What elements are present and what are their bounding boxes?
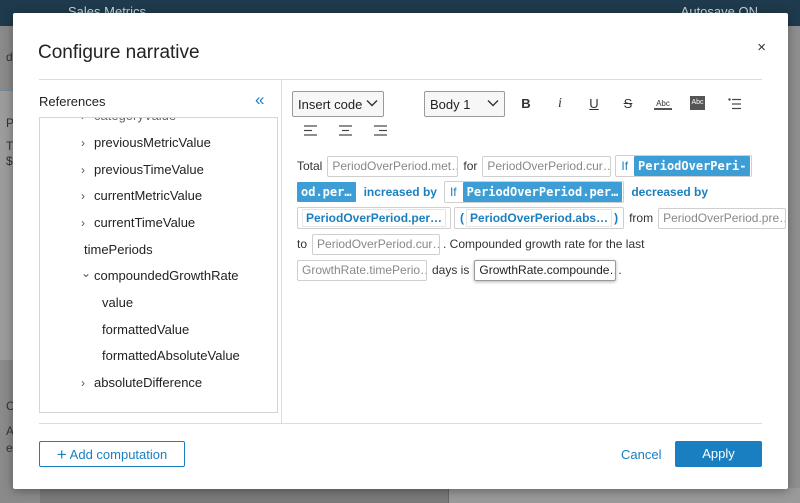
tree-item-formattedabsolutevalue[interactable]: formattedAbsoluteValue (102, 348, 240, 363)
align-right-icon[interactable] (374, 125, 387, 136)
references-tree[interactable]: ›categoryValue ›previousMetricValue ›pre… (39, 117, 278, 413)
highlighted-token[interactable]: PeriodOverPeriod.per… (462, 182, 623, 202)
tree-item-value[interactable]: value (102, 295, 133, 310)
italic-button[interactable]: i (553, 96, 567, 112)
narrative-line-5: GrowthRate.timePerio… days is GrowthRate… (297, 259, 622, 281)
bg-fragment: $ (6, 154, 13, 168)
collapse-panel-icon[interactable]: « (255, 90, 264, 110)
narrative-text: days is (432, 263, 470, 277)
code-token[interactable]: GrowthRate.timePerio… (297, 259, 427, 281)
bg-fragment: d (6, 50, 13, 64)
list-icon[interactable] (728, 98, 742, 110)
tree-item-label: formattedAbsoluteValue (102, 348, 240, 363)
tree-item-label: value (102, 295, 134, 310)
code-token[interactable]: PeriodOverPeriod.pre… (658, 207, 787, 229)
if-label: If (621, 159, 629, 173)
narrative-text: for (463, 159, 478, 173)
narrative-line-4: to PeriodOverPeriod.cur… . Compounded gr… (297, 233, 644, 255)
tree-item-label: timePeriods (84, 242, 153, 257)
underline-button[interactable]: U (587, 96, 601, 111)
highlighted-token[interactable]: od.per… (297, 182, 356, 202)
narrative-text: to (297, 237, 308, 251)
align-center-icon[interactable] (339, 125, 352, 136)
chevron-right-icon: › (81, 118, 94, 123)
paren-close: ) (614, 211, 619, 225)
narrative-condition-text: increased by (363, 185, 437, 199)
narrative-text: from (629, 211, 654, 225)
narrative-text: . Compounded growth rate for the last (443, 237, 645, 251)
bold-button[interactable]: B (519, 96, 533, 111)
code-token[interactable]: PeriodOverPeriod.cur… (482, 155, 612, 177)
tree-item-label: previousMetricValue (94, 135, 211, 150)
if-label: If (449, 185, 457, 199)
configure-narrative-dialog: Configure narrative × References « ›cate… (13, 13, 788, 489)
cancel-button[interactable]: Cancel (621, 447, 661, 462)
code-token[interactable]: PeriodOverPeriod.abs… (466, 209, 613, 227)
strikethrough-button[interactable]: S (621, 96, 635, 111)
chevron-right-icon: › (81, 189, 85, 203)
align-left-icon[interactable] (304, 125, 317, 136)
background-bottom-panel (448, 488, 800, 503)
tree-item-compoundedgrowthrate[interactable]: ⌄ compoundedGrowthRate (81, 266, 239, 283)
references-header: References (39, 94, 106, 109)
tree-item-label: previousTimeValue (94, 162, 204, 177)
narrative-text: Total (297, 159, 323, 173)
bg-fragment: e (6, 441, 13, 455)
chevron-down-icon (487, 100, 499, 107)
highlight-color-button[interactable]: Abc (690, 96, 705, 110)
chevron-right-icon: › (81, 136, 85, 150)
tree-item-label: categoryValue (94, 118, 176, 123)
tree-item-label: formattedValue (102, 322, 190, 337)
references-panel: References « ›categoryValue ›previousMet… (39, 80, 282, 424)
font-color-button[interactable]: Abc (654, 99, 672, 110)
tree-item-formattedvalue[interactable]: formattedValue (102, 322, 189, 337)
add-computation-label: Add computation (69, 447, 168, 462)
paren-open: ( (460, 211, 465, 225)
narrative-editor: Insert code Body 1 B i U S Abc Abc Total… (283, 80, 787, 424)
narrative-line-1: Total PeriodOverPeriod.met… for PeriodOv… (297, 155, 754, 177)
chevron-down-icon: ⌄ (81, 266, 92, 280)
tree-item-label: currentMetricValue (94, 188, 203, 203)
chevron-right-icon: › (81, 163, 85, 177)
insert-code-label: Insert code (298, 97, 363, 112)
code-token[interactable]: PeriodOverPeriod.cur… (312, 233, 441, 255)
narrative-line-3: PeriodOverPeriod.per… ( PeriodOverPeriod… (297, 207, 788, 229)
highlighted-token[interactable]: PeriodOverPeri- (634, 156, 751, 176)
dialog-body: References « ›categoryValue ›previousMet… (39, 79, 787, 424)
tree-item-label: currentTimeValue (94, 215, 196, 230)
plus-icon: + (56, 445, 67, 464)
narrative-condition-text: decreased by (631, 185, 709, 199)
conditional-block[interactable]: PeriodOverPeriod.per… (297, 207, 452, 229)
chevron-down-icon (366, 100, 378, 107)
text-style-label: Body 1 (430, 97, 471, 112)
insert-code-dropdown[interactable]: Insert code (292, 91, 384, 117)
tree-item-label: absoluteDifference (94, 375, 203, 390)
if-block[interactable]: If PeriodOverPeriod.per… (443, 181, 625, 203)
narrative-text: . (618, 263, 622, 277)
add-computation-button[interactable]: + Add computation (39, 441, 185, 467)
tree-item-previoustimevalue[interactable]: › previousTimeValue (81, 162, 204, 177)
conditional-block[interactable]: ( PeriodOverPeriod.abs… ) (454, 207, 625, 229)
if-block[interactable]: If PeriodOverPeri- (615, 155, 753, 177)
code-token[interactable]: PeriodOverPeriod.met… (327, 155, 459, 177)
tree-item-categoryvalue[interactable]: ›categoryValue (81, 118, 176, 123)
chevron-right-icon: › (81, 216, 85, 230)
text-style-dropdown[interactable]: Body 1 (424, 91, 505, 117)
tree-item-currenttimevalue[interactable]: › currentTimeValue (81, 215, 195, 230)
tree-item-timeperiods[interactable]: timePeriods (84, 242, 153, 257)
close-icon[interactable]: × (757, 39, 766, 57)
tree-item-currentmetricvalue[interactable]: › currentMetricValue (81, 188, 202, 203)
apply-button[interactable]: Apply (675, 441, 762, 467)
tree-item-label: compoundedGrowthRate (94, 268, 239, 283)
chevron-right-icon: › (81, 376, 85, 390)
dialog-title: Configure narrative (38, 42, 200, 63)
narrative-line-2: od.per… increased by If PeriodOverPeriod… (297, 181, 713, 203)
tree-item-absolutedifference[interactable]: › absoluteDifference (81, 375, 202, 390)
code-token[interactable]: PeriodOverPeriod.per… (302, 209, 447, 227)
selected-code-token[interactable]: GrowthRate.compounde… (474, 259, 617, 281)
tree-item-previousmetricvalue[interactable]: › previousMetricValue (81, 135, 211, 150)
